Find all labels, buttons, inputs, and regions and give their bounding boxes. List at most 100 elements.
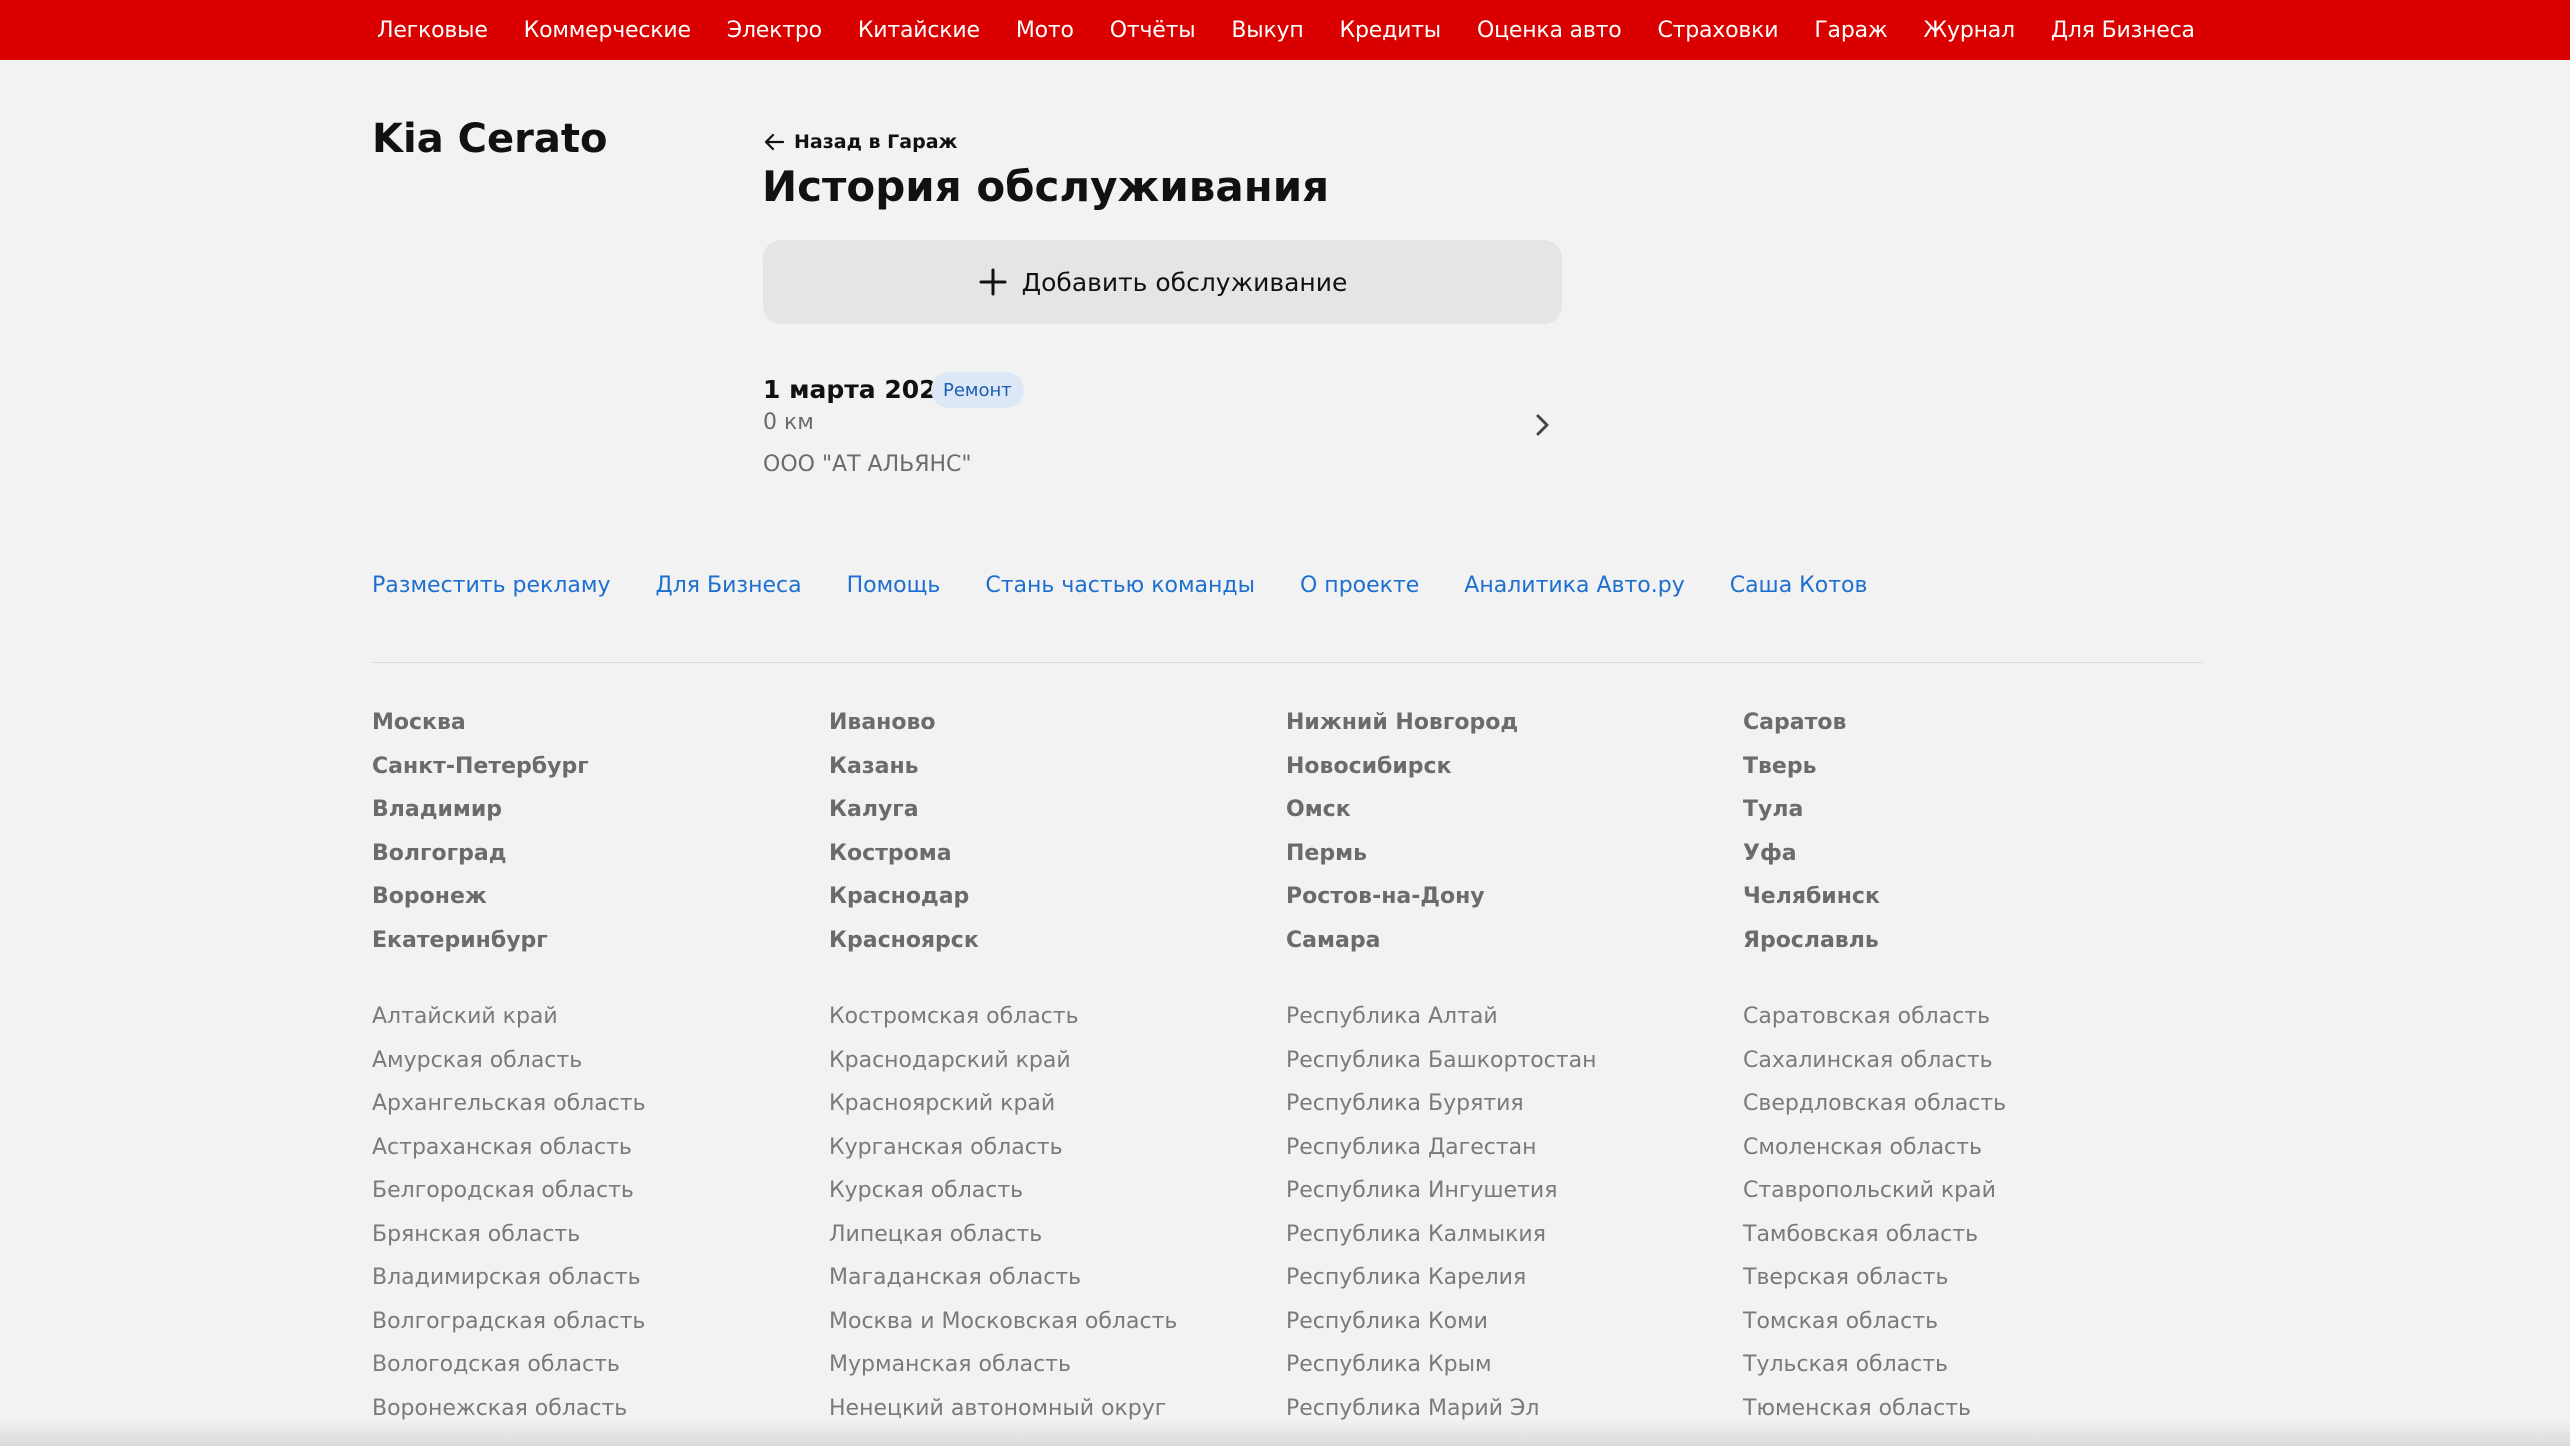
region-link[interactable]: Мурманская область xyxy=(829,1350,1286,1394)
nav-item[interactable]: Электро xyxy=(727,18,822,43)
region-link[interactable]: Краснодарский край xyxy=(829,1046,1286,1090)
region-link[interactable]: Белгородская область xyxy=(372,1176,829,1220)
region-link[interactable]: Смоленская область xyxy=(1743,1133,2200,1177)
city-link[interactable]: Краснодар xyxy=(829,882,1286,926)
nav-item[interactable]: Выкуп xyxy=(1231,18,1303,43)
region-link[interactable]: Республика Карелия xyxy=(1286,1263,1743,1307)
cities-column: Москва Санкт-Петербург Владимир Волгоград Во… xyxy=(372,708,829,969)
top-navigation: Легковые Коммерческие Электро Китайские … xyxy=(0,0,2570,60)
page-title: История обслуживания xyxy=(762,162,1330,211)
add-service-button[interactable]: Добавить обслуживание xyxy=(763,240,1562,324)
city-link[interactable]: Екатеринбург xyxy=(372,926,829,970)
regions-column: Костромская область Краснодарский край Кра… xyxy=(829,1002,1286,1437)
region-link[interactable]: Саратовская область xyxy=(1743,1002,2200,1046)
arrow-left-icon xyxy=(764,133,784,151)
city-link[interactable]: Самара xyxy=(1286,926,1743,970)
region-link[interactable]: Брянская область xyxy=(372,1220,829,1264)
back-to-garage-link[interactable]: Назад в Гараж xyxy=(764,131,957,153)
nav-item[interactable]: Кредиты xyxy=(1340,18,1442,43)
nav-item[interactable]: Мото xyxy=(1016,18,1074,43)
region-link[interactable]: Свердловская область xyxy=(1743,1089,2200,1133)
nav-item[interactable]: Для Бизнеса xyxy=(2051,18,2195,43)
city-link[interactable]: Саратов xyxy=(1743,708,2200,752)
city-link[interactable]: Челябинск xyxy=(1743,882,2200,926)
region-link[interactable]: Республика Алтай xyxy=(1286,1002,1743,1046)
city-link[interactable]: Кострома xyxy=(829,839,1286,883)
city-link[interactable]: Волгоград xyxy=(372,839,829,883)
region-link[interactable]: Магаданская область xyxy=(829,1263,1286,1307)
region-link[interactable]: Курская область xyxy=(829,1176,1286,1220)
city-link[interactable]: Пермь xyxy=(1286,839,1743,883)
nav-item[interactable]: Отчёты xyxy=(1110,18,1196,43)
city-link[interactable]: Москва xyxy=(372,708,829,752)
region-link[interactable]: Амурская область xyxy=(372,1046,829,1090)
record-type-badge: Ремонт xyxy=(931,372,1024,408)
service-record[interactable]: 1 марта 2024 Ремонт 0 км ООО "АТ АЛЬЯНС" xyxy=(763,368,1562,488)
cities-column: Саратов Тверь Тула Уфа Челябинск Ярославль xyxy=(1743,708,2200,969)
region-link[interactable]: Республика Башкортостан xyxy=(1286,1046,1743,1090)
city-link[interactable]: Владимир xyxy=(372,795,829,839)
nav-item[interactable]: Коммерческие xyxy=(524,18,691,43)
footer-link[interactable]: Помощь xyxy=(847,573,941,598)
footer-divider xyxy=(372,662,2202,663)
city-link[interactable]: Ярославль xyxy=(1743,926,2200,970)
region-link[interactable]: Республика Крым xyxy=(1286,1350,1743,1394)
footer-link[interactable]: О проекте xyxy=(1300,573,1419,598)
nav-item[interactable]: Легковые xyxy=(377,18,488,43)
region-link[interactable]: Владимирская область xyxy=(372,1263,829,1307)
region-link[interactable]: Томская область xyxy=(1743,1307,2200,1351)
region-link[interactable]: Курганская область xyxy=(829,1133,1286,1177)
region-link[interactable]: Астраханская область xyxy=(372,1133,829,1177)
nav-item[interactable]: Оценка авто xyxy=(1477,18,1622,43)
region-link[interactable]: Тамбовская область xyxy=(1743,1220,2200,1264)
footer-link[interactable]: Саша Котов xyxy=(1730,573,1868,598)
region-link[interactable]: Алтайский край xyxy=(372,1002,829,1046)
footer-links: Разместить рекламу Для Бизнеса Помощь Ст… xyxy=(372,573,1913,598)
region-link[interactable]: Сахалинская область xyxy=(1743,1046,2200,1090)
city-link[interactable]: Санкт-Петербург xyxy=(372,752,829,796)
region-link[interactable]: Архангельская область xyxy=(372,1089,829,1133)
footer-link[interactable]: Разместить рекламу xyxy=(372,573,611,598)
region-link[interactable]: Вологодская область xyxy=(372,1350,829,1394)
footer-link[interactable]: Для Бизнеса xyxy=(656,573,802,598)
footer-link[interactable]: Стань частью команды xyxy=(985,573,1255,598)
city-link[interactable]: Казань xyxy=(829,752,1286,796)
region-link[interactable]: Ставропольский край xyxy=(1743,1176,2200,1220)
region-link[interactable]: Москва и Московская область xyxy=(829,1307,1286,1351)
city-link[interactable]: Новосибирск xyxy=(1286,752,1743,796)
record-mileage: 0 км xyxy=(763,410,814,435)
region-link[interactable]: Тверская область xyxy=(1743,1263,2200,1307)
nav-item[interactable]: Страховки xyxy=(1657,18,1778,43)
city-link[interactable]: Ростов-на-Дону xyxy=(1286,882,1743,926)
region-link[interactable]: Волгоградская область xyxy=(372,1307,829,1351)
chevron-right-icon xyxy=(1536,414,1549,436)
region-link[interactable]: Костромская область xyxy=(829,1002,1286,1046)
nav-item[interactable]: Китайские xyxy=(858,18,980,43)
city-link[interactable]: Тула xyxy=(1743,795,2200,839)
city-link[interactable]: Омск xyxy=(1286,795,1743,839)
region-link[interactable]: Красноярский край xyxy=(829,1089,1286,1133)
region-link[interactable]: Республика Бурятия xyxy=(1286,1089,1743,1133)
regions-column: Саратовская область Сахалинская область Св… xyxy=(1743,1002,2200,1437)
city-link[interactable]: Иваново xyxy=(829,708,1286,752)
city-link[interactable]: Тверь xyxy=(1743,752,2200,796)
city-link[interactable]: Нижний Новгород xyxy=(1286,708,1743,752)
city-link[interactable]: Воронеж xyxy=(372,882,829,926)
regions-column: Республика Алтай Республика Башкортостан Р… xyxy=(1286,1002,1743,1437)
nav-item[interactable]: Журнал xyxy=(1924,18,2016,43)
region-link[interactable]: Тульская область xyxy=(1743,1350,2200,1394)
city-link[interactable]: Уфа xyxy=(1743,839,2200,883)
region-link[interactable]: Республика Дагестан xyxy=(1286,1133,1743,1177)
city-links: Москва Санкт-Петербург Владимир Волгоград Во… xyxy=(372,708,2200,969)
record-organization: ООО "АТ АЛЬЯНС" xyxy=(763,452,972,477)
city-link[interactable]: Калуга xyxy=(829,795,1286,839)
nav-item-garage[interactable]: Гараж xyxy=(1814,18,1887,43)
city-link[interactable]: Красноярск xyxy=(829,926,1286,970)
region-link[interactable]: Республика Ингушетия xyxy=(1286,1176,1743,1220)
region-link[interactable]: Республика Калмыкия xyxy=(1286,1220,1743,1264)
car-title: Kia Cerato xyxy=(372,116,608,162)
footer-link[interactable]: Аналитика Авто.ру xyxy=(1464,573,1684,598)
region-link[interactable]: Липецкая область xyxy=(829,1220,1286,1264)
regions-column: Алтайский край Амурская область Архангельс… xyxy=(372,1002,829,1437)
region-link[interactable]: Республика Коми xyxy=(1286,1307,1743,1351)
